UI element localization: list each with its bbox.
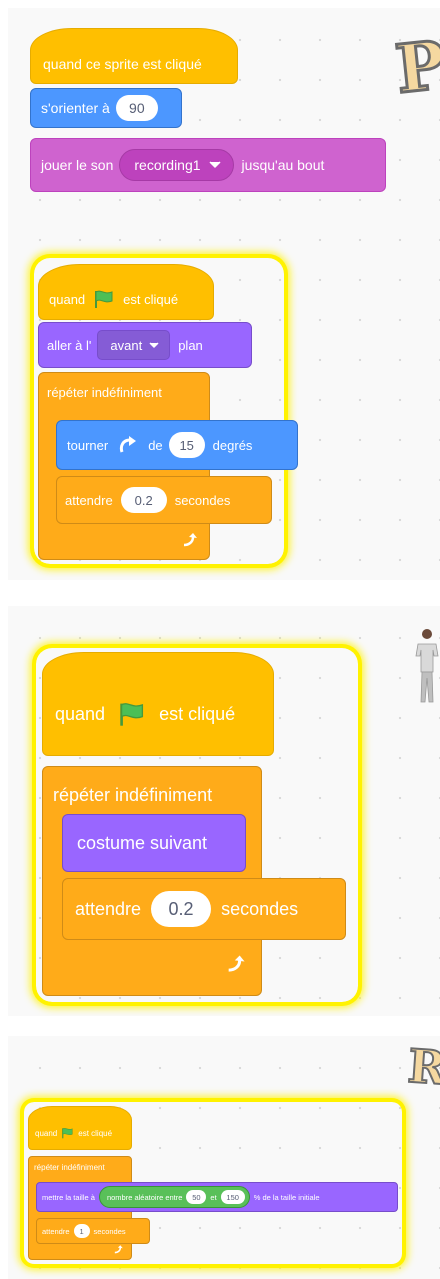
code-area-3: R répéter indéfiniment quand est cliqué … — [8, 1036, 440, 1279]
reporter-label: et — [210, 1192, 217, 1202]
block-label: de — [148, 437, 163, 453]
green-flag-icon — [95, 290, 113, 308]
when-sprite-clicked-block[interactable]: quand ce sprite est cliqué — [30, 28, 238, 84]
block-label: attendre — [42, 1226, 70, 1236]
hat-label: quand ce sprite est cliqué — [43, 56, 202, 72]
when-flag-clicked-block[interactable]: quand est cliqué — [42, 652, 274, 756]
wait-block[interactable]: attendre 0.2 secondes — [62, 878, 346, 940]
code-area-1: P quand ce sprite est cliqué s'orienter … — [8, 8, 440, 580]
when-flag-clicked-block[interactable]: quand est cliqué — [38, 264, 214, 320]
random-min-input[interactable]: 50 — [186, 1190, 207, 1204]
play-sound-until-done-block[interactable]: jouer le son recording1 jusqu'au bout — [30, 138, 386, 192]
green-flag-icon — [62, 1128, 73, 1139]
block-label: jouer le son — [41, 157, 114, 173]
hat-label: est cliqué — [78, 1128, 113, 1138]
forever-label: répéter indéfiniment — [47, 385, 162, 400]
block-label: secondes — [174, 492, 231, 508]
wait-block[interactable]: attendre 1 secondes — [36, 1218, 150, 1244]
caret-down-icon — [149, 341, 159, 348]
sprite-letter-p: P — [391, 24, 440, 110]
hat-label: est cliqué — [159, 703, 236, 724]
block-label: secondes — [93, 1226, 126, 1236]
forever-label: répéter indéfiniment — [53, 785, 213, 805]
random-number-reporter[interactable]: nombre aléatoire entre 50 et 150 — [98, 1186, 250, 1208]
block-label: jusqu'au bout — [241, 157, 325, 173]
block-label: attendre — [75, 898, 142, 919]
go-to-layer-block[interactable]: aller à l' avant plan — [38, 322, 252, 368]
caret-down-icon — [209, 161, 221, 168]
sprite-thumbnail — [415, 629, 439, 703]
when-flag-clicked-block[interactable]: quand est cliqué — [28, 1106, 132, 1150]
next-costume-block[interactable]: costume suivant — [62, 814, 246, 872]
hat-label: quand — [49, 291, 86, 307]
block-label: % de la taille initiale — [253, 1192, 320, 1202]
seconds-input[interactable]: 0.2 — [151, 891, 212, 927]
block-label: attendre — [65, 492, 113, 508]
loop-arrow-icon — [114, 1245, 123, 1254]
set-size-block[interactable]: mettre la taille à nombre aléatoire entr… — [36, 1182, 398, 1212]
loop-arrow-icon — [228, 955, 245, 972]
seconds-input[interactable]: 1 — [73, 1224, 90, 1238]
block-label: tourner — [67, 437, 109, 453]
block-label: plan — [178, 337, 203, 353]
forever-label: répéter indéfiniment — [34, 1163, 105, 1172]
hat-label: quand — [35, 1128, 58, 1138]
block-label: mettre la taille à — [42, 1192, 95, 1202]
block-label: aller à l' — [47, 337, 92, 353]
code-area-2: répéter indéfiniment quand est cliqué co… — [8, 606, 440, 1016]
block-label: degrés — [212, 437, 253, 453]
turn-right-block[interactable]: tourner de 15 degrés — [56, 420, 298, 470]
block-label: secondes — [221, 898, 299, 919]
block-label: s'orienter à — [41, 100, 110, 116]
green-flag-icon — [120, 703, 144, 726]
dropdown-value: avant — [110, 337, 143, 353]
rotate-right-icon — [120, 436, 137, 453]
wait-block[interactable]: attendre 0.2 secondes — [56, 476, 272, 524]
sprite-letter-r: R — [405, 1038, 440, 1097]
dropdown-value: recording1 — [134, 157, 201, 173]
random-max-input[interactable]: 150 — [220, 1190, 245, 1204]
reporter-label: nombre aléatoire entre — [106, 1192, 183, 1202]
sound-dropdown[interactable]: recording1 — [119, 149, 234, 181]
degrees-input[interactable]: 15 — [168, 432, 205, 458]
point-in-direction-block[interactable]: s'orienter à 90 — [30, 88, 182, 128]
seconds-input[interactable]: 0.2 — [120, 487, 167, 513]
hat-label: quand — [55, 703, 106, 724]
loop-arrow-icon — [183, 533, 197, 547]
layer-dropdown[interactable]: avant — [97, 330, 171, 360]
direction-input[interactable]: 90 — [115, 95, 158, 121]
block-label: costume suivant — [77, 832, 208, 853]
hat-label: est cliqué — [123, 291, 179, 307]
